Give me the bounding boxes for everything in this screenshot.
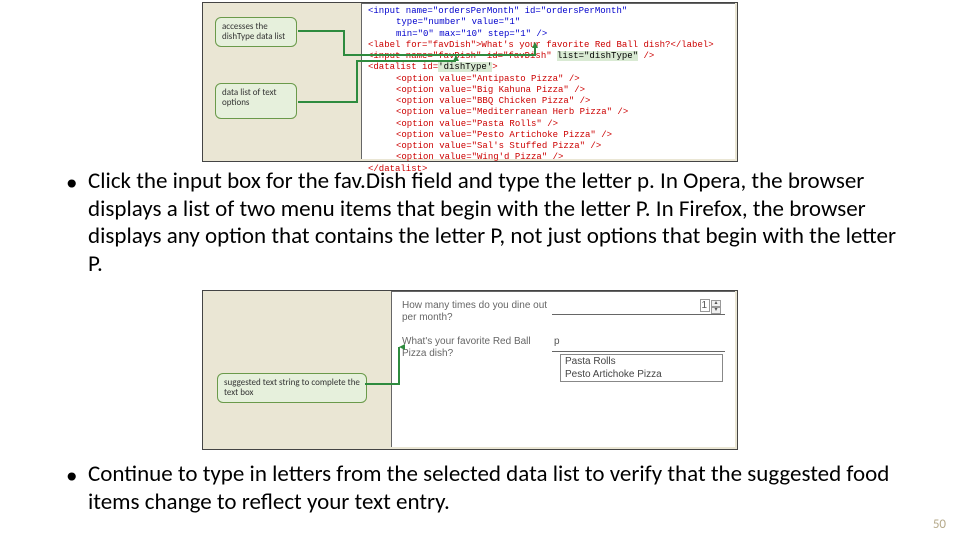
code-line: <option value="Sal's Stuffed Pizza" /> — [368, 141, 729, 152]
page-number: 50 — [933, 517, 946, 532]
favdish-input[interactable]: p — [552, 336, 725, 352]
callout-suggested: suggested text string to complete the te… — [217, 373, 367, 403]
figure1-main: <input name="ordersPerMonth" id="ordersP… — [351, 3, 737, 161]
arrow-tip-icon — [532, 42, 538, 48]
code-line: min="0" max="10" step="1" /> — [368, 29, 729, 40]
code-line: <option value="BBQ Chicken Pizza" /> — [368, 96, 729, 107]
code-line: <option value="Wing'd Pizza" /> — [368, 152, 729, 163]
code-line: <option value="Pesto Artichoke Pizza" /> — [368, 130, 729, 141]
arrow-segment — [298, 101, 358, 103]
arrow-segment — [343, 30, 345, 54]
bullet-paragraph: • Continue to type in letters from the s… — [66, 461, 906, 516]
arrow-tip-icon — [453, 55, 459, 61]
arrow-segment — [398, 347, 400, 384]
code-listing: <input name="ordersPerMonth" id="ordersP… — [361, 3, 735, 159]
code-line: <option value="Antipasto Pizza" /> — [368, 74, 729, 85]
bullet-text: Click the input box for the fav.Dish fie… — [88, 168, 906, 278]
arrow-segment — [534, 47, 536, 55]
form-label: What's your favorite Red Ball Pizza dish… — [402, 336, 552, 360]
code-line: type="number" value="1" — [368, 17, 729, 28]
form-panel: How many times do you dine out per month… — [391, 291, 735, 447]
highlight-dishtype: 'dishType' — [438, 62, 492, 72]
arrow-segment — [365, 383, 400, 385]
code-line: <option value="Big Kahuna Pizza" /> — [368, 85, 729, 96]
bullet-paragraph: • Click the input box for the fav.Dish f… — [66, 168, 906, 278]
bullet-dot-icon: • — [66, 170, 77, 198]
form-figure: How many times do you dine out per month… — [202, 290, 738, 450]
figure2-sidebar — [203, 291, 381, 449]
figure2-main: How many times do you dine out per month… — [381, 291, 737, 449]
code-line: <option value="Pasta Rolls" /> — [368, 119, 729, 130]
form-row: How many times do you dine out per month… — [402, 300, 725, 324]
bullet-text: Continue to type in letters from the sel… — [88, 461, 906, 516]
code-line: <option value="Mediterranean Herb Pizza"… — [368, 107, 729, 118]
spinner-icon[interactable]: ▴▾ — [711, 300, 721, 314]
arrow-segment — [298, 30, 343, 32]
code-line: <label for="favDish">What's your favorit… — [368, 40, 729, 51]
arrow-segment — [356, 60, 456, 62]
form-label: How many times do you dine out per month… — [402, 300, 552, 324]
code-line: <datalist id='dishType'> — [368, 62, 729, 73]
suggestion-item[interactable]: Pesto Artichoke Pizza — [561, 368, 722, 381]
bullet-dot-icon: • — [66, 463, 77, 491]
suggestion-item[interactable]: Pasta Rolls — [561, 355, 722, 368]
code-line: <input name="ordersPerMonth" id="ordersP… — [368, 6, 729, 17]
arrow-segment — [356, 60, 358, 102]
arrow-segment — [343, 54, 536, 56]
arrow-tip-icon — [399, 344, 405, 350]
callout-datalist: data list of text options — [215, 83, 297, 119]
autocomplete-dropdown[interactable]: Pasta Rolls Pesto Artichoke Pizza — [560, 354, 723, 382]
orders-per-month-input[interactable]: 1 — [700, 299, 710, 312]
callout-accesses: accesses the dishType data list — [215, 17, 297, 47]
highlight-list-attr: list="dishType" — [557, 51, 638, 61]
code-figure: <input name="ordersPerMonth" id="ordersP… — [202, 2, 738, 162]
